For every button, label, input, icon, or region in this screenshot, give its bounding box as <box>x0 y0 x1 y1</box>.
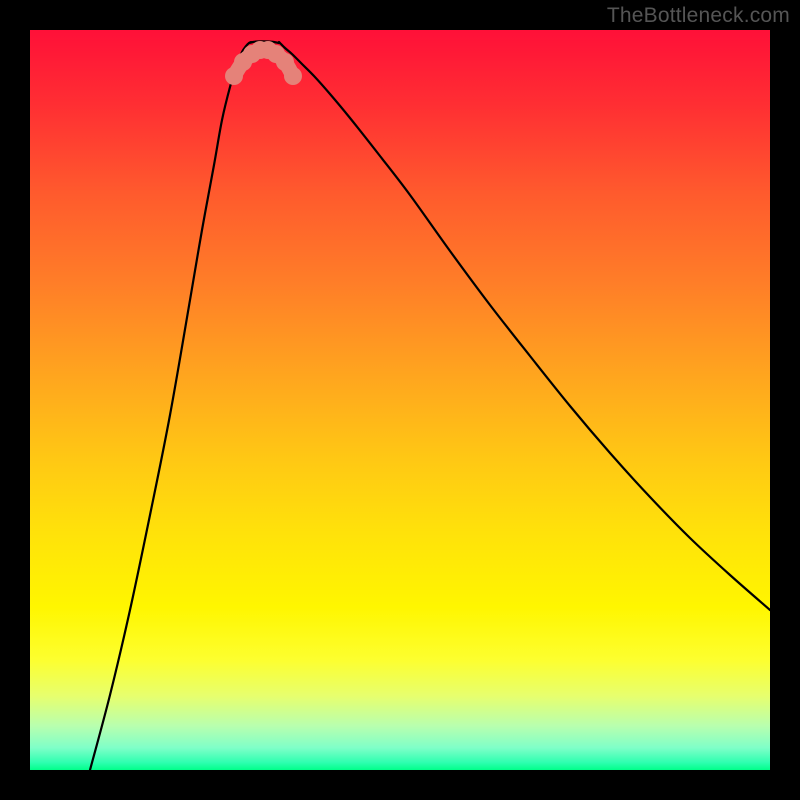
plot-area <box>30 30 770 770</box>
chart-frame: TheBottleneck.com <box>0 0 800 800</box>
marker-dot <box>284 67 302 85</box>
watermark-text: TheBottleneck.com <box>607 4 790 28</box>
curve-layer <box>30 30 770 770</box>
bottom-u-dots <box>225 41 302 85</box>
bottleneck-curve <box>90 41 770 770</box>
